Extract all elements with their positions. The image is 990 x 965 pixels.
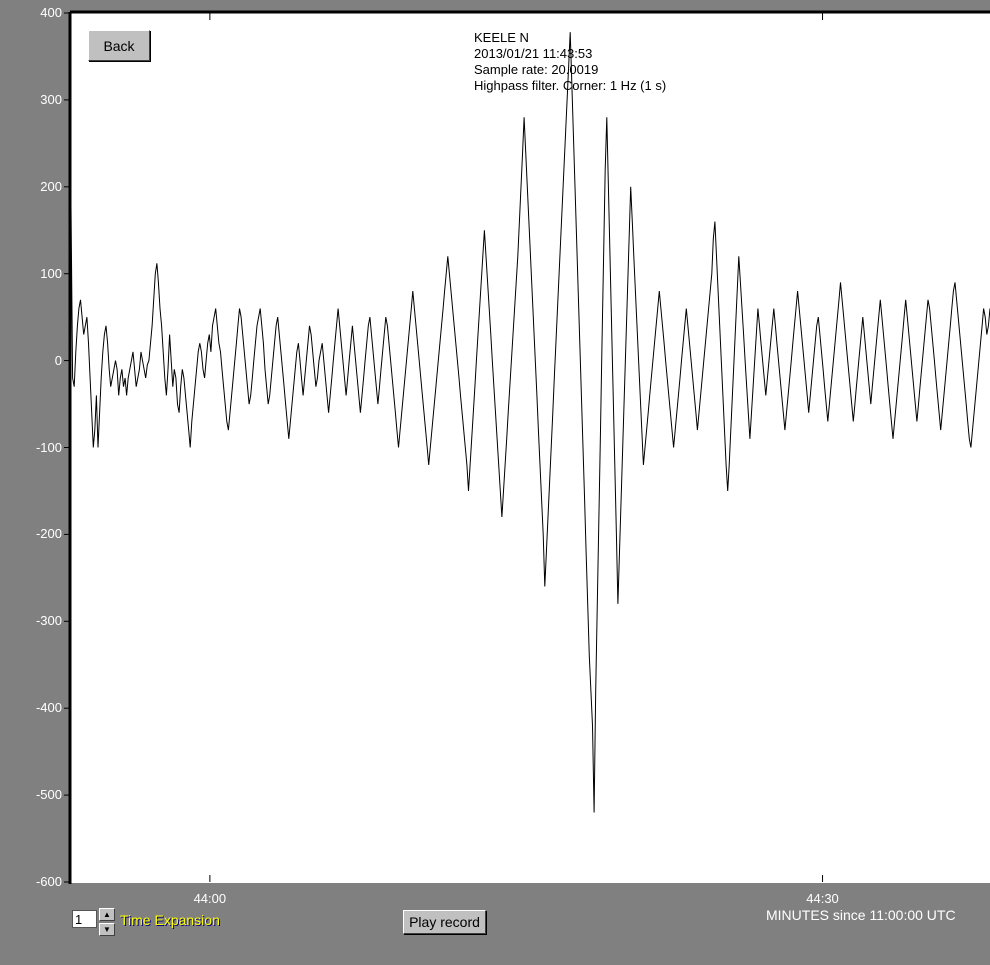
y-tick-label: -500 (35, 787, 62, 803)
y-tick-label: 200 (40, 178, 62, 194)
y-tick-label: 0 (54, 352, 62, 368)
x-axis-label: MINUTES since 11:00:00 UTC (766, 907, 956, 923)
filter-text: Highpass filter. Corner: 1 Hz (1 s) (474, 78, 667, 93)
plot-area (71, 13, 990, 883)
time-expansion-up-button[interactable]: ▲ (99, 908, 115, 921)
time-expansion-input[interactable] (72, 910, 97, 928)
y-tick-label: 300 (40, 91, 62, 107)
y-tick-label: 400 (40, 5, 62, 20)
back-button[interactable]: Back (88, 30, 150, 61)
triangle-down-icon: ▼ (103, 925, 111, 934)
seismogram-plot (64, 10, 990, 884)
y-tick-label: -300 (35, 613, 62, 629)
station-name: KEELE N (474, 30, 529, 45)
record-datetime: 2013/01/21 11:43:53 (474, 46, 593, 61)
triangle-up-icon: ▲ (103, 910, 111, 919)
play-record-button[interactable]: Play record (403, 910, 486, 934)
sample-rate-text: Sample rate: 20.0019 (474, 62, 599, 77)
y-tick-label: -600 (35, 874, 62, 889)
time-expansion-label: Time Expansion (120, 912, 220, 928)
y-tick-label: -200 (35, 526, 62, 542)
y-tick-label: 100 (40, 265, 62, 281)
x-tick-label: 44:00 (193, 891, 227, 906)
y-tick-label: -400 (35, 700, 62, 716)
time-expansion-down-button[interactable]: ▼ (99, 923, 115, 936)
x-tick-label: 44:30 (806, 891, 839, 906)
y-tick-label: -100 (35, 439, 62, 455)
